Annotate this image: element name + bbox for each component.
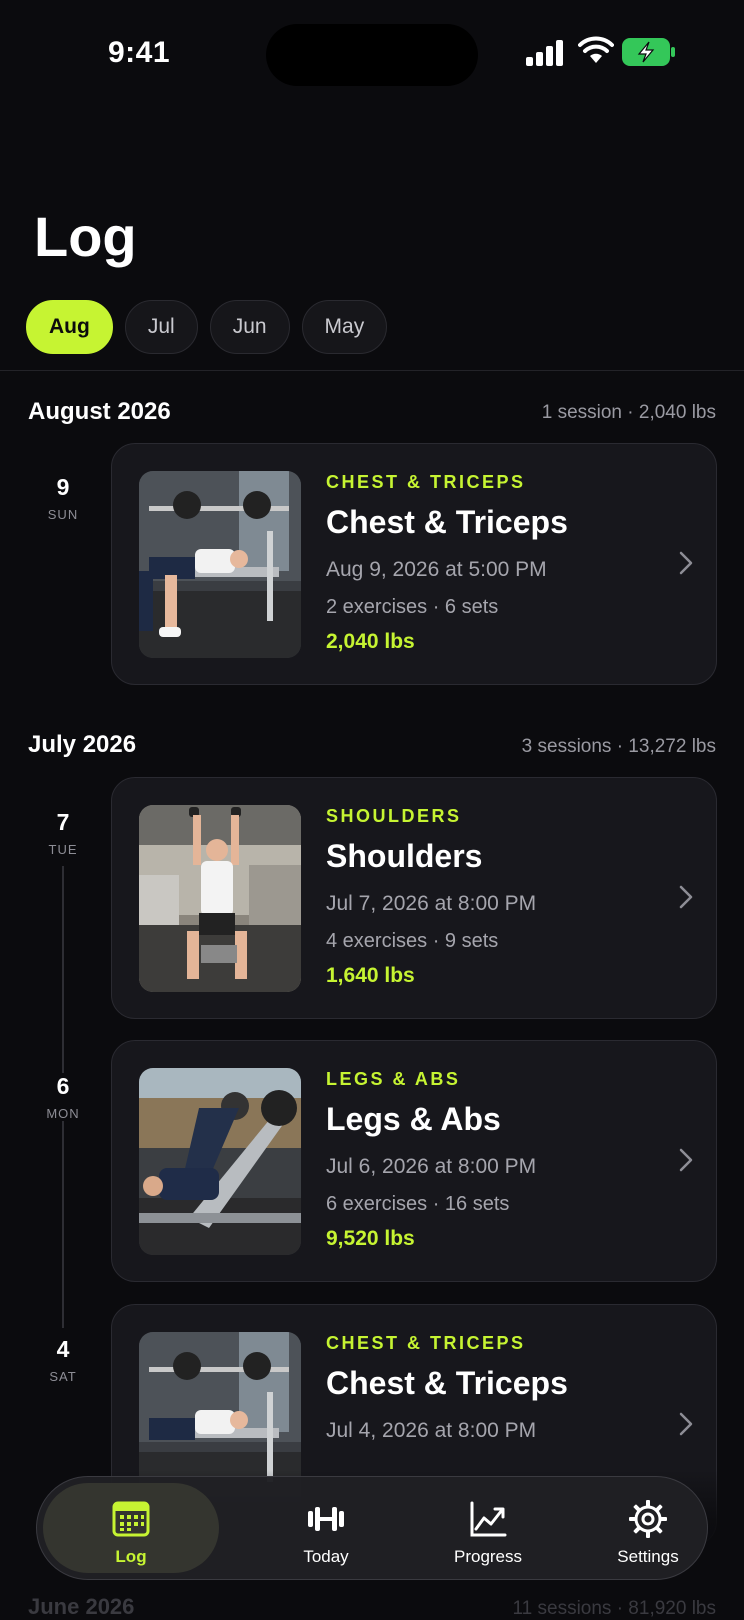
session-name: Shoulders — [326, 838, 483, 874]
tab-label: Log — [115, 1547, 147, 1566]
day-of-week: SUN — [47, 507, 79, 522]
session-meta: 2 exercises · 6 sets — [326, 596, 499, 618]
workout-thumbnail — [139, 471, 301, 658]
bottom-tab-bar: Log Today Progress Settings — [36, 1476, 708, 1580]
tab-aug[interactable]: Aug — [26, 300, 113, 354]
cellular-signal-icon — [526, 38, 566, 66]
status-bar: 9:41 — [0, 0, 744, 110]
session-card-legs-abs-jul6[interactable]: LEGS & ABS Legs & Abs Jul 6, 2026 at 8:0… — [111, 1040, 717, 1282]
chevron-right-icon — [679, 885, 693, 909]
session-category: CHEST & TRICEPS — [326, 472, 526, 492]
chevron-right-icon — [679, 551, 693, 575]
dumbbell-icon — [308, 1507, 344, 1531]
session-datetime: Aug 9, 2026 at 5:00 PM — [326, 558, 547, 581]
day-number: 6 — [56, 1073, 70, 1099]
session-meta: 4 exercises · 9 sets — [326, 930, 499, 952]
session-date: 4 SAT — [40, 1336, 86, 1384]
session-name: Chest & Triceps — [326, 1365, 568, 1401]
session-volume: 1,640 lbs — [326, 964, 415, 987]
battery-charging-icon — [622, 38, 675, 66]
tab-log[interactable]: Log — [43, 1483, 219, 1573]
day-of-week: TUE — [48, 842, 78, 857]
workout-thumbnail — [139, 805, 301, 992]
session-date: 6 MON — [40, 1073, 86, 1121]
status-time: 9:41 — [108, 36, 171, 69]
tab-settings[interactable]: Settings — [567, 1483, 729, 1573]
tab-label: Progress — [453, 1547, 523, 1566]
session-volume: 2,040 lbs — [326, 630, 415, 653]
section-title-july: July 2026 — [28, 731, 137, 758]
tab-label: Today — [303, 1547, 349, 1566]
session-date: 9 SUN — [40, 474, 86, 522]
tab-progress[interactable]: Progress — [407, 1483, 569, 1573]
tab-may[interactable]: May — [301, 300, 388, 354]
chevron-right-icon — [679, 1412, 693, 1436]
session-datetime: Jul 6, 2026 at 8:00 PM — [326, 1155, 537, 1178]
session-category: SHOULDERS — [326, 806, 462, 826]
section-summary-june: 11 sessions · 81,920 lbs — [512, 1598, 717, 1619]
wifi-icon — [578, 36, 614, 63]
tab-today[interactable]: Today — [245, 1483, 407, 1573]
session-category: LEGS & ABS — [326, 1069, 461, 1089]
day-number: 4 — [56, 1336, 70, 1362]
workout-thumbnail — [139, 1068, 301, 1255]
session-volume: 9,520 lbs — [326, 1227, 415, 1250]
session-date: 7 TUE — [40, 809, 86, 857]
dynamic-island — [266, 24, 478, 86]
tab-label: Settings — [617, 1547, 679, 1566]
session-name: Chest & Triceps — [326, 504, 568, 540]
chevron-right-icon — [679, 1148, 693, 1172]
session-name: Legs & Abs — [326, 1101, 501, 1137]
gear-icon — [629, 1500, 667, 1538]
month-filter-tabs: Aug Jul Jun May — [26, 300, 388, 354]
calendar-icon — [112, 1501, 150, 1537]
section-title-june: June 2026 — [28, 1594, 135, 1619]
header-divider — [0, 370, 744, 371]
section-summary-july: 3 sessions · 13,272 lbs — [521, 736, 716, 757]
session-card-shoulders-jul7[interactable]: SHOULDERS Shoulders Jul 7, 2026 at 8:00 … — [111, 777, 717, 1019]
session-datetime: Jul 4, 2026 at 8:00 PM — [326, 1419, 537, 1442]
chart-line-icon — [470, 1501, 507, 1537]
day-of-week: MON — [46, 1106, 80, 1121]
page-title: Log — [34, 205, 137, 268]
day-number: 9 — [56, 474, 70, 500]
session-category: CHEST & TRICEPS — [326, 1333, 526, 1353]
session-card-chest-triceps-aug9[interactable]: CHEST & TRICEPS Chest & Triceps Aug 9, 2… — [111, 443, 717, 685]
section-title-august: August 2026 — [28, 398, 171, 425]
tab-jun[interactable]: Jun — [209, 300, 290, 354]
tab-jul[interactable]: Jul — [124, 300, 198, 354]
session-meta: 6 exercises · 16 sets — [326, 1193, 510, 1215]
day-number: 7 — [56, 809, 70, 835]
day-of-week: SAT — [49, 1369, 77, 1384]
section-summary-august: 1 session · 2,040 lbs — [541, 402, 716, 423]
session-datetime: Jul 7, 2026 at 8:00 PM — [326, 892, 537, 915]
